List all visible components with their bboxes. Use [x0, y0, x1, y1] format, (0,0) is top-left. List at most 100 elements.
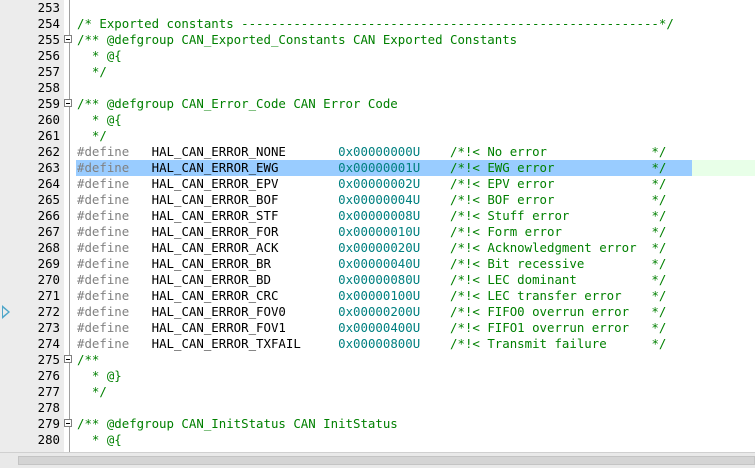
code-line[interactable]: 274 #define HAL_CAN_ERROR_TXFAIL 0x000008… — [0, 336, 755, 352]
code-line[interactable]: 253 — [0, 0, 755, 16]
fold-collapse-icon[interactable] — [64, 355, 72, 363]
code-text[interactable]: * @} — [77, 368, 122, 384]
code-text[interactable]: #define HAL_CAN_ERROR_BOF 0x00000004U /*… — [77, 192, 666, 208]
line-number: 260 — [37, 112, 60, 127]
hex-constant: 0x00000400U — [338, 320, 421, 335]
macro-name: HAL_CAN_ERROR_CRC — [151, 288, 279, 303]
code-text[interactable]: /** @defgroup CAN_InitStatus CAN InitSta… — [77, 416, 398, 432]
code-line[interactable]: 264 #define HAL_CAN_ERROR_EPV 0x00000002U… — [0, 176, 755, 192]
hex-constant: 0x00000100U — [338, 288, 421, 303]
code-line[interactable]: 265 #define HAL_CAN_ERROR_BOF 0x00000004U… — [0, 192, 755, 208]
code-text[interactable]: #define HAL_CAN_ERROR_ACK 0x00000020U /*… — [77, 240, 666, 256]
horizontal-scrollbar[interactable] — [0, 452, 755, 468]
code-text[interactable]: #define HAL_CAN_ERROR_BD 0x00000080U /*!… — [77, 272, 666, 288]
line-number: 265 — [37, 192, 60, 207]
code-text[interactable]: /** — [77, 352, 99, 368]
code-line[interactable]: 259 /** @defgroup CAN_Error_Code CAN Erro… — [0, 96, 755, 112]
code-line[interactable]: 269 #define HAL_CAN_ERROR_BR 0x00000040U … — [0, 256, 755, 272]
fold-collapse-icon[interactable] — [64, 419, 72, 427]
code-line[interactable]: 276 * @} — [0, 368, 755, 384]
hex-constant: 0x00000040U — [338, 256, 421, 271]
code-line[interactable]: 266 #define HAL_CAN_ERROR_STF 0x00000008U… — [0, 208, 755, 224]
preprocessor-directive: #define — [77, 256, 130, 271]
code-line[interactable]: 280 * @{ — [0, 432, 755, 448]
horizontal-scrollbar-thumb[interactable] — [18, 456, 755, 465]
hex-constant: 0x00000020U — [338, 240, 421, 255]
fold-collapse-icon[interactable] — [64, 99, 72, 107]
code-editor[interactable]: 253 254 /* Exported constants ------------… — [0, 0, 755, 452]
code-text[interactable]: #define HAL_CAN_ERROR_FOR 0x00000010U /*… — [77, 224, 666, 240]
comment-token: /*!< BOF error */ — [450, 192, 667, 207]
line-number: 257 — [37, 64, 60, 79]
code-line[interactable]: 267 #define HAL_CAN_ERROR_FOR 0x00000010U… — [0, 224, 755, 240]
code-text[interactable]: #define HAL_CAN_ERROR_STF 0x00000008U /*… — [77, 208, 666, 224]
code-line[interactable]: 277 */ — [0, 384, 755, 400]
code-text[interactable]: /** @defgroup CAN_Exported_Constants CAN… — [77, 32, 517, 48]
preprocessor-directive: #define — [77, 304, 130, 319]
comment-token: /** — [77, 352, 100, 367]
code-text[interactable]: #define HAL_CAN_ERROR_EPV 0x00000002U /*… — [77, 176, 666, 192]
macro-name: HAL_CAN_ERROR_EWG — [151, 160, 279, 175]
code-line[interactable]: 256 * @{ — [0, 48, 755, 64]
code-line[interactable]: 260 * @{ — [0, 112, 755, 128]
macro-name: HAL_CAN_ERROR_BOF — [151, 192, 279, 207]
code-line[interactable]: 268 #define HAL_CAN_ERROR_ACK 0x00000020U… — [0, 240, 755, 256]
code-text[interactable]: #define HAL_CAN_ERROR_BR 0x00000040U /*!… — [77, 256, 666, 272]
line-number: 255 — [37, 32, 60, 47]
code-line[interactable]: 255 /** @defgroup CAN_Exported_Constants … — [0, 32, 755, 48]
code-line[interactable]: 273 #define HAL_CAN_ERROR_FOV1 0x00000400… — [0, 320, 755, 336]
line-number: 273 — [37, 320, 60, 335]
code-line[interactable]: 261 */ — [0, 128, 755, 144]
code-text[interactable]: #define HAL_CAN_ERROR_FOV0 0x00000200U /… — [77, 304, 666, 320]
code-text[interactable]: */ — [77, 128, 107, 144]
code-line[interactable]: 254 /* Exported constants ---------------… — [0, 16, 755, 32]
current-statement-arrow-inner — [3, 308, 8, 316]
code-line[interactable]: 279 /** @defgroup CAN_InitStatus CAN Init… — [0, 416, 755, 432]
code-text[interactable]: * @{ — [77, 432, 122, 448]
comment-token: /*!< FIFO0 overrun error */ — [450, 304, 667, 319]
code-line-selected[interactable]: 263 #define HAL_CAN_ERROR_EWG 0x00000001U… — [0, 160, 755, 176]
code-text[interactable]: */ — [77, 64, 107, 80]
code-text[interactable]: */ — [77, 384, 107, 400]
line-number: 259 — [37, 96, 60, 111]
code-text[interactable]: #define HAL_CAN_ERROR_CRC 0x00000100U /*… — [77, 288, 666, 304]
line-number: 256 — [37, 48, 60, 63]
preprocessor-directive: #define — [77, 240, 130, 255]
code-line[interactable]: 262 #define HAL_CAN_ERROR_NONE 0x00000000… — [0, 144, 755, 160]
code-line[interactable]: 258 — [0, 80, 755, 96]
code-line[interactable]: 278 — [0, 400, 755, 416]
line-number: 254 — [37, 16, 60, 31]
code-line[interactable]: 257 */ — [0, 64, 755, 80]
code-text[interactable]: #define HAL_CAN_ERROR_TXFAIL 0x00000800U… — [77, 336, 666, 352]
preprocessor-directive: #define — [77, 144, 130, 159]
code-text[interactable]: * @{ — [77, 48, 122, 64]
code-text[interactable]: * @{ — [77, 112, 122, 128]
line-number: 262 — [37, 144, 60, 159]
fold-collapse-icon[interactable] — [64, 35, 72, 43]
code-text[interactable]: /* Exported constants ------------------… — [77, 16, 674, 32]
code-line[interactable]: 275 /** — [0, 352, 755, 368]
code-text[interactable]: #define HAL_CAN_ERROR_NONE 0x00000000U /… — [77, 144, 666, 160]
code-text[interactable]: #define HAL_CAN_ERROR_FOV1 0x00000400U /… — [77, 320, 666, 336]
code-line[interactable]: 271 #define HAL_CAN_ERROR_CRC 0x00000100U… — [0, 288, 755, 304]
code-text[interactable]: #define HAL_CAN_ERROR_EWG 0x00000001U /*… — [77, 160, 666, 176]
line-number: 261 — [37, 128, 60, 143]
code-text[interactable]: /** @defgroup CAN_Error_Code CAN Error C… — [77, 96, 398, 112]
current-line-highlight — [692, 160, 755, 176]
code-line[interactable]: 272 #define HAL_CAN_ERROR_FOV0 0x00000200… — [0, 304, 755, 320]
code-line[interactable]: 270 #define HAL_CAN_ERROR_BD 0x00000080U … — [0, 272, 755, 288]
